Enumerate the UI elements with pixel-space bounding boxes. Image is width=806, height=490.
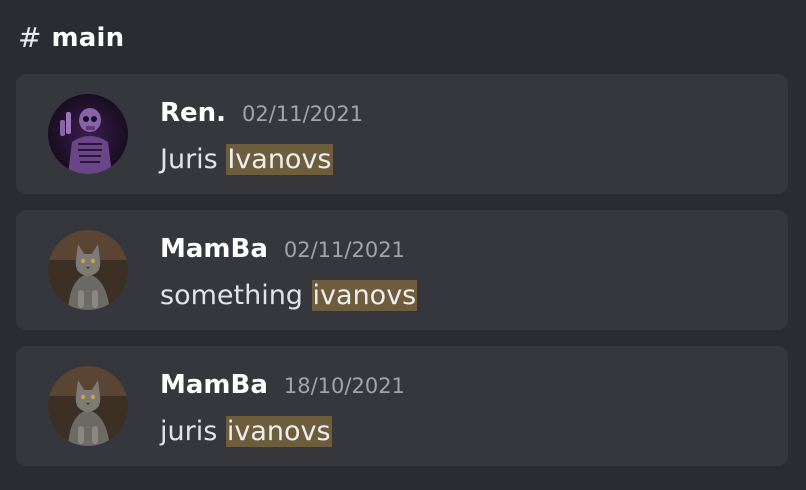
search-results-panel: # main Ren. 02/11/2021 Juris Ivanovs Mam… bbox=[0, 0, 806, 490]
message-text-before: Juris bbox=[160, 144, 227, 175]
hash-icon: # bbox=[18, 21, 42, 54]
message-text-before: something bbox=[160, 280, 312, 311]
message-text: something ivanovs bbox=[160, 276, 418, 316]
timestamp: 02/11/2021 bbox=[242, 102, 364, 126]
channel-header: # main bbox=[18, 18, 124, 58]
message-text: Juris Ivanovs bbox=[160, 140, 333, 180]
search-result[interactable]: Ren. 02/11/2021 Juris Ivanovs bbox=[16, 74, 788, 194]
search-highlight: Ivanovs bbox=[226, 144, 333, 175]
message-header: MamBa 02/11/2021 bbox=[160, 234, 405, 264]
search-highlight: ivanovs bbox=[311, 280, 418, 311]
search-result[interactable]: MamBa 02/11/2021 something ivanovs bbox=[16, 210, 788, 330]
author-name[interactable]: MamBa bbox=[160, 370, 268, 400]
message-header: Ren. 02/11/2021 bbox=[160, 98, 363, 128]
author-name[interactable]: Ren. bbox=[160, 98, 226, 128]
search-highlight: ivanovs bbox=[225, 416, 332, 447]
search-result[interactable]: MamBa 18/10/2021 juris ivanovs bbox=[16, 346, 788, 466]
skeleton-avatar-icon[interactable] bbox=[48, 94, 128, 174]
message-header: MamBa 18/10/2021 bbox=[160, 370, 405, 400]
author-name[interactable]: MamBa bbox=[160, 234, 268, 264]
timestamp: 02/11/2021 bbox=[283, 238, 405, 262]
cat-avatar-icon[interactable] bbox=[48, 366, 128, 446]
channel-name[interactable]: main bbox=[51, 23, 124, 53]
message-text-before: juris bbox=[160, 416, 226, 447]
message-text: juris ivanovs bbox=[160, 412, 332, 452]
cat-avatar-icon[interactable] bbox=[48, 230, 128, 310]
timestamp: 18/10/2021 bbox=[283, 374, 405, 398]
